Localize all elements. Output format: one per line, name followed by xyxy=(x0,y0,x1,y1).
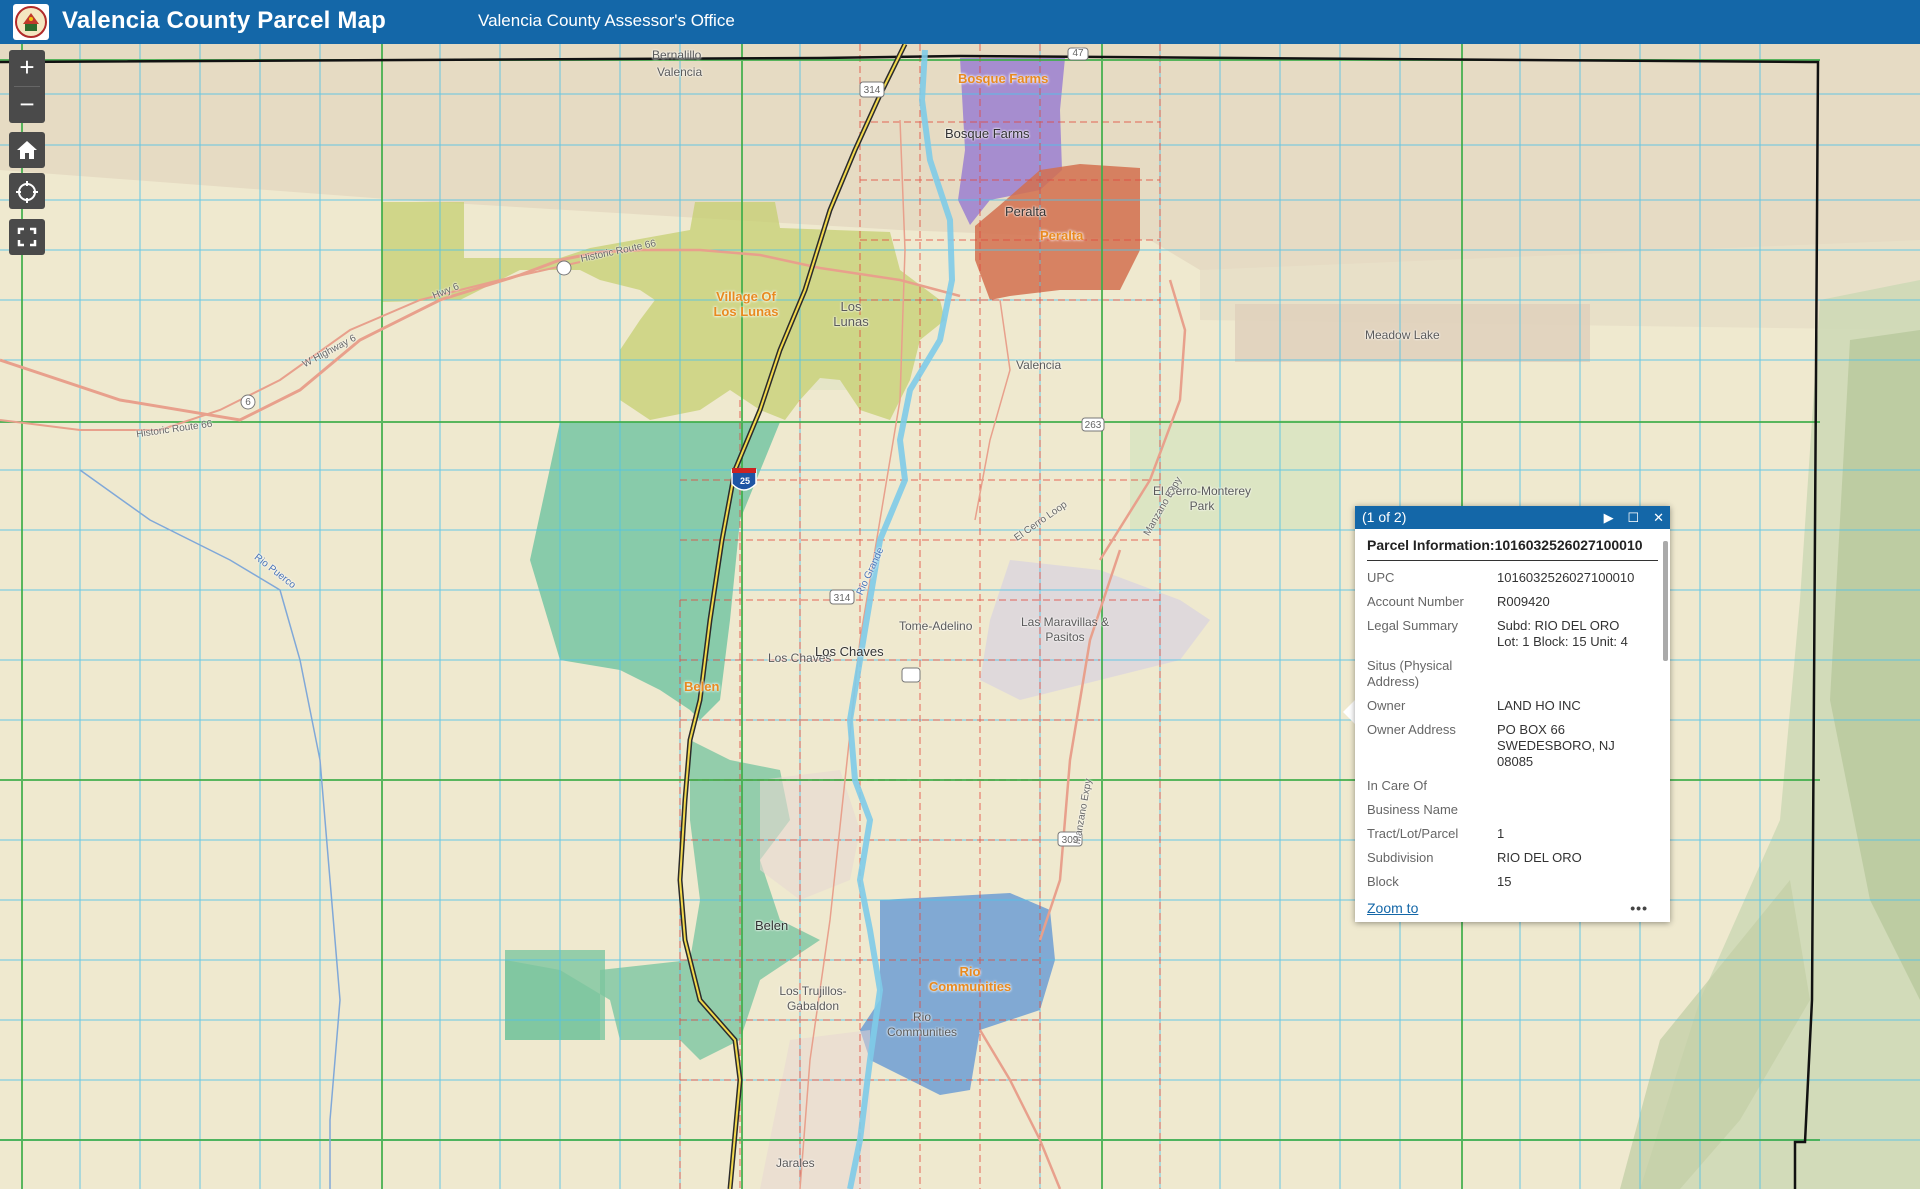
map-label-los-chaves-2: Los Chaves xyxy=(815,644,884,659)
attribute-row: Tract/Lot/Parcel 1 xyxy=(1367,826,1658,842)
map-label-las-maravillas-pasitos: Las Maravillas & Pasitos xyxy=(1020,615,1110,644)
attribute-value xyxy=(1497,802,1658,818)
attribute-value xyxy=(1497,658,1658,690)
attribute-value: 15 xyxy=(1497,874,1512,889)
more-actions-icon[interactable]: ••• xyxy=(1630,900,1648,916)
map-label-los-trujillos-gabaldon: Los Trujillos-Gabaldon xyxy=(779,984,847,1013)
attribute-label: UPC xyxy=(1367,570,1395,585)
popup-counter: (1 of 2) xyxy=(1362,509,1407,525)
attribute-value: LAND HO INC xyxy=(1497,698,1581,713)
attribute-row: Situs (Physical Address) xyxy=(1367,658,1658,690)
map-label-belen-municipality: Belen xyxy=(684,679,720,694)
app-header: Valencia County Parcel Map Valencia Coun… xyxy=(0,0,1920,44)
map-label-valencia-north: Valencia xyxy=(657,65,703,79)
zoom-control: + − xyxy=(9,50,45,123)
attribute-label: In Care Of xyxy=(1367,778,1427,793)
locate-button[interactable] xyxy=(9,173,45,209)
popup-pointer xyxy=(1343,700,1355,724)
fullscreen-button[interactable] xyxy=(9,219,45,255)
home-button[interactable] xyxy=(9,132,45,168)
shield-263: 263 xyxy=(1084,420,1102,431)
close-icon[interactable]: ✕ xyxy=(1653,506,1664,529)
map-label-belen: Belen xyxy=(755,918,789,933)
map-label-jarales: Jarales xyxy=(776,1156,815,1170)
shield-47: 47 xyxy=(1072,48,1084,59)
map-label-peralta-municipality: Peralta xyxy=(1040,228,1084,243)
attribute-row: In Care Of xyxy=(1367,778,1658,794)
attribute-label: Situs (Physical Address) xyxy=(1367,658,1453,689)
popup-footer: Zoom to ••• xyxy=(1367,900,1658,918)
attribute-value: PO BOX 66 SWEDESBORO, NJ 08085 xyxy=(1497,722,1615,769)
map-label-village-of-los-lunas: Village Of Los Lunas xyxy=(713,289,779,319)
attribute-row: Owner Address PO BOX 66 SWEDESBORO, NJ 08… xyxy=(1367,722,1658,770)
attribute-row: Block 15 xyxy=(1367,874,1658,890)
attribute-value: 1 xyxy=(1497,826,1505,841)
attribute-value xyxy=(1497,778,1658,794)
attribute-label: Account Number xyxy=(1367,594,1464,609)
fullscreen-icon xyxy=(9,219,45,255)
map-label-bernalillo: Bernalillo xyxy=(652,48,702,62)
map-label-peralta: Peralta xyxy=(1005,204,1047,219)
attribute-row: UPC 1016032526027100010 xyxy=(1367,570,1658,586)
zoom-in-button[interactable]: + xyxy=(9,50,45,86)
popup-scrollbar[interactable] xyxy=(1663,541,1668,661)
shield-i25: 25 xyxy=(739,476,750,486)
shield-6: 6 xyxy=(245,397,251,408)
attribute-label: Owner xyxy=(1367,698,1406,713)
popup-content[interactable]: Parcel Information:1016032526027100010 U… xyxy=(1355,529,1670,898)
home-icon xyxy=(9,132,45,168)
attribute-label: Block xyxy=(1367,874,1399,889)
attribute-row: Account Number R009420 xyxy=(1367,594,1658,610)
popup-title: Parcel Information:1016032526027100010 xyxy=(1367,529,1658,561)
attribute-label: Tract/Lot/Parcel xyxy=(1367,826,1459,841)
attribute-value: R009420 xyxy=(1497,594,1550,609)
attribute-row: Business Name xyxy=(1367,802,1658,818)
map-label-los-lunas: Los Lunas xyxy=(833,299,869,329)
map-label-tome-adelino: Tome-Adelino xyxy=(899,619,973,633)
locate-icon xyxy=(9,173,45,209)
map-label-rio-communities: Rio Communities xyxy=(886,1010,958,1039)
attribute-label: Owner Address xyxy=(1367,722,1456,737)
maximize-icon[interactable]: ☐ xyxy=(1628,506,1640,529)
attribute-row: Subdivision RIO DEL ORO xyxy=(1367,850,1658,866)
next-feature-icon[interactable]: ▶ xyxy=(1604,506,1614,529)
attribute-value: RIO DEL ORO xyxy=(1497,850,1582,865)
attribute-table: UPC 1016032526027100010 Account Number R009… xyxy=(1367,570,1658,890)
attribute-label: Legal Summary xyxy=(1367,618,1459,633)
app-subtitle: Valencia County Assessor's Office xyxy=(478,11,735,30)
attribute-row: Owner LAND HO INC xyxy=(1367,698,1658,714)
attribute-value: Subd: RIO DEL ORO Lot: 1 Block: 15 Unit:… xyxy=(1497,618,1628,649)
attribute-value: 1016032526027100010 xyxy=(1497,570,1635,585)
county-seal-logo xyxy=(13,4,49,40)
attribute-row: Legal Summary Subd: RIO DEL ORO Lot: 1 Bl… xyxy=(1367,618,1658,650)
shield-314-south: 314 xyxy=(833,593,851,604)
map-label-meadow-lake: Meadow Lake xyxy=(1365,328,1440,342)
zoom-to-link[interactable]: Zoom to xyxy=(1367,900,1418,916)
map-label-rio-communities-municipality: Rio Communities xyxy=(928,964,1012,994)
attribute-label: Business Name xyxy=(1367,802,1459,817)
zoom-out-button[interactable]: − xyxy=(9,87,45,123)
parcel-popup: (1 of 2) ▶ ☐ ✕ Parcel Information:101603… xyxy=(1355,506,1670,922)
attribute-label: Subdivision xyxy=(1367,850,1434,865)
app-title: Valencia County Parcel Map xyxy=(62,7,386,34)
shield-309: 309 xyxy=(1061,835,1079,846)
popup-header: (1 of 2) ▶ ☐ ✕ xyxy=(1355,506,1670,529)
map-label-bosque-farms-municipality: Bosque Farms xyxy=(958,71,1049,86)
shield-314-north: 314 xyxy=(863,85,881,96)
map-label-bosque-farms: Bosque Farms xyxy=(945,126,1030,141)
map-label-valencia: Valencia xyxy=(1016,358,1062,372)
